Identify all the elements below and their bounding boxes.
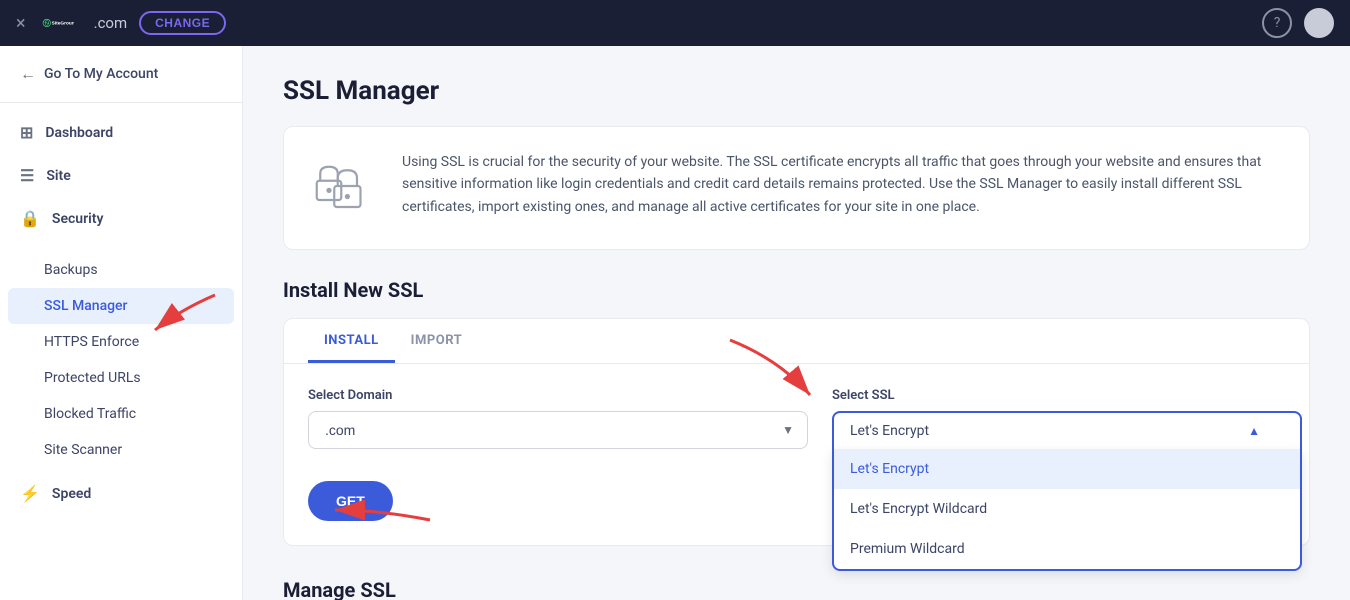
form-row: Select Domain .com ▼ Select SSL bbox=[308, 388, 1285, 449]
domain-label: Select Domain bbox=[308, 388, 808, 403]
ssl-select-display[interactable]: Let's Encrypt ▲ bbox=[832, 411, 1302, 449]
ssl-selected-value: Let's Encrypt bbox=[850, 423, 929, 439]
lock-icon: 🔒 bbox=[20, 209, 40, 228]
change-domain-button[interactable]: CHANGE bbox=[139, 11, 226, 35]
speed-icon: ⚡ bbox=[20, 484, 40, 503]
sidebar-item-site-scanner[interactable]: Site Scanner bbox=[0, 432, 242, 468]
sidebar-item-security[interactable]: 🔒 Security bbox=[0, 197, 242, 240]
page-title: SSL Manager bbox=[283, 76, 1310, 106]
sidebar-item-ssl-manager[interactable]: SSL Manager bbox=[8, 288, 234, 324]
ssl-form-group: Select SSL Let's Encrypt ▲ Let's Encrypt… bbox=[832, 388, 1302, 449]
info-card: Using SSL is crucial for the security of… bbox=[283, 126, 1310, 250]
sidebar-item-site[interactable]: ☰ Site bbox=[0, 154, 242, 197]
sidebar-item-blocked-traffic[interactable]: Blocked Traffic bbox=[0, 396, 242, 432]
site-icon: ☰ bbox=[20, 166, 34, 185]
svg-text:SiteGround: SiteGround bbox=[51, 21, 73, 27]
top-navigation: × SiteGround .com CHANGE ? bbox=[0, 0, 1350, 46]
domain-select[interactable]: .com bbox=[308, 411, 808, 449]
help-button[interactable]: ? bbox=[1262, 8, 1292, 38]
sidebar-item-backups[interactable]: Backups bbox=[0, 252, 242, 288]
siteground-logo-svg: SiteGround bbox=[42, 7, 74, 39]
manage-ssl-title: Manage SSL bbox=[283, 578, 1310, 600]
tab-install[interactable]: INSTALL bbox=[308, 319, 395, 363]
ssl-chevron-up-icon: ▲ bbox=[1248, 424, 1260, 438]
domain-select-wrapper: .com ▼ bbox=[308, 411, 808, 449]
ssl-select-wrapper[interactable]: Let's Encrypt ▲ Let's Encrypt Let's Encr… bbox=[832, 411, 1302, 449]
info-description: Using SSL is crucial for the security of… bbox=[402, 151, 1285, 218]
go-to-account-link[interactable]: ← Go To My Account bbox=[0, 46, 242, 103]
sidebar-item-protected-urls[interactable]: Protected URLs bbox=[0, 360, 242, 396]
ssl-icon-container bbox=[308, 151, 378, 225]
sidebar-item-dashboard[interactable]: ⊞ Dashboard bbox=[0, 111, 242, 154]
domain-form-group: Select Domain .com ▼ bbox=[308, 388, 808, 449]
ssl-option-premium-wildcard[interactable]: Premium Wildcard bbox=[834, 529, 1300, 569]
domain-display: .com bbox=[94, 14, 128, 32]
sidebar-item-label-dashboard: Dashboard bbox=[45, 125, 113, 141]
ssl-locks-icon bbox=[308, 151, 378, 221]
back-arrow-icon: ← bbox=[20, 64, 36, 84]
sidebar-section-main: ⊞ Dashboard ☰ Site 🔒 Security bbox=[0, 103, 242, 248]
ssl-dropdown: Let's Encrypt Let's Encrypt Wildcard Pre… bbox=[832, 449, 1302, 571]
back-label: Go To My Account bbox=[44, 66, 158, 82]
security-sub-menu: Backups SSL Manager HTTPS Enforce Protec… bbox=[0, 248, 242, 472]
ssl-option-lets-encrypt-wildcard[interactable]: Let's Encrypt Wildcard bbox=[834, 489, 1300, 529]
install-tabs: INSTALL IMPORT bbox=[284, 319, 1309, 364]
ssl-label: Select SSL bbox=[832, 388, 1302, 403]
main-content: SSL Manager Using SSL is crucial for the… bbox=[243, 46, 1350, 600]
sidebar-item-speed[interactable]: ⚡ Speed bbox=[0, 472, 242, 515]
sidebar-item-label-speed: Speed bbox=[52, 486, 91, 502]
install-section-title: Install New SSL bbox=[283, 278, 1310, 302]
sidebar-item-label-site: Site bbox=[46, 168, 70, 184]
tab-import[interactable]: IMPORT bbox=[395, 319, 479, 363]
close-icon[interactable]: × bbox=[16, 13, 26, 34]
site-logo: SiteGround bbox=[42, 7, 74, 39]
sidebar: ← Go To My Account ⊞ Dashboard ☰ Site 🔒 … bbox=[0, 46, 243, 600]
ssl-option-lets-encrypt[interactable]: Let's Encrypt bbox=[834, 449, 1300, 489]
install-tab-content: Select Domain .com ▼ Select SSL bbox=[284, 364, 1309, 545]
dashboard-icon: ⊞ bbox=[20, 123, 33, 142]
user-avatar[interactable] bbox=[1304, 8, 1334, 38]
get-ssl-button[interactable]: GET bbox=[308, 481, 393, 521]
sidebar-item-https-enforce[interactable]: HTTPS Enforce bbox=[0, 324, 242, 360]
sidebar-item-label-security: Security bbox=[52, 211, 104, 227]
install-card: INSTALL IMPORT Select Domain .com ▼ bbox=[283, 318, 1310, 546]
